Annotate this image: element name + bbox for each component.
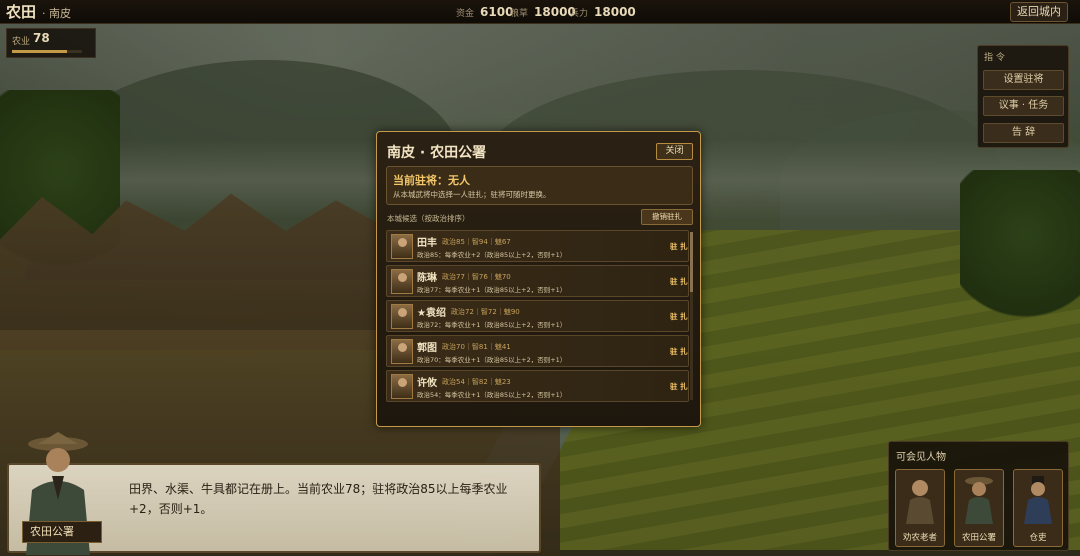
elder-portrait-icon [906,480,934,524]
person-card-elder[interactable]: 劝农老者 [895,469,945,547]
candidates-title: 本城候选（按政治排序） [387,214,470,223]
garrison-action-button[interactable]: 驻 扎 [670,346,688,357]
top-bar: 农田 · 南皮 资金 6100 粮草 18000 兵力 18000 返回城内 [0,0,1080,24]
portrait-icon [391,269,413,294]
command-title: 指 令 [984,53,1005,63]
modal-title: 南皮 · 农田公署 [387,145,487,161]
candidate-row[interactable]: ★袁绍 政治72｜智72｜魅90 政治72：每季农业+1（政治85以上+2，否则… [386,300,689,332]
agriculture-value: 78 [33,31,50,45]
garrison-action-button[interactable]: 驻 扎 [670,241,688,252]
candidate-name: 陈琳 [417,273,437,284]
candidate-desc: 政治54：每季农业+1（政治85以上+2，否则+1） [417,391,567,399]
agriculture-meter: 农业 78 [6,28,96,58]
candidate-stats: 政治70｜智81｜魅41 [442,343,511,351]
candidate-stats: 政治77｜智76｜魅70 [442,273,511,281]
resource-funds: 资金 6100 [456,5,514,19]
revoke-garrison-button[interactable]: 撤销驻扎 [641,209,693,225]
candidate-name: 许攸 [417,378,437,389]
garrison-hint: 从本城武将中选择一人驻扎；驻将可随时更换。 [393,190,551,199]
candidate-desc: 政治85：每季农业+2（政治85以上+2，否则+1） [417,251,567,259]
visible-people-panel: 可会见人物 劝农老者 农田公署 仓吏 [888,441,1069,551]
person-card-clerk[interactable]: 仓吏 [1013,469,1063,547]
candidate-stats: 政治85｜智94｜魅67 [442,238,511,246]
candidate-row[interactable]: 郭图 政治70｜智81｜魅41 政治70：每季农业+1（政治85以上+2，否则+… [386,335,689,367]
set-garrison-button[interactable]: 设置驻将 [983,70,1064,90]
location-title: 农田 [6,3,37,21]
city-name: · 南皮 [42,7,71,20]
person-label: 仓吏 [1029,533,1047,543]
candidate-row[interactable]: 许攸 政治54｜智82｜魅23 政治54：每季农业+1（政治85以上+2，否则+… [386,370,689,402]
portrait-icon [391,234,413,259]
close-button[interactable]: 关闭 [656,143,693,160]
garrison-action-button[interactable]: 驻 扎 [670,381,688,392]
person-card-office[interactable]: 农田公署 [954,469,1004,547]
candidate-desc: 政治70：每季农业+1（政治85以上+2，否则+1） [417,356,567,364]
speaker-nameplate: 农田公署 [22,521,102,543]
portrait-icon [391,304,413,329]
officer-portrait-icon [965,477,993,524]
candidate-desc: 政治77：每季农业+1（政治85以上+2，否则+1） [417,286,567,294]
candidate-stats: 政治54｜智82｜魅23 [442,378,511,386]
agriculture-bar [12,50,82,53]
farewell-button[interactable]: 告 辞 [983,123,1064,143]
candidate-row[interactable]: 陈琳 政治77｜智76｜魅70 政治77：每季农业+1（政治85以上+2，否则+… [386,265,689,297]
resource-grain: 粮草 18000 [510,5,576,19]
clerk-portrait-icon [1024,476,1052,524]
agriculture-label: 农业 [12,37,31,47]
person-label: 劝农老者 [902,533,937,543]
council-tasks-button[interactable]: 议事 · 任务 [983,96,1064,116]
current-garrison-box: 当前驻将：无人 从本城武将中选择一人驻扎；驻将可随时更换。 [386,166,693,205]
portrait-icon [391,374,413,399]
scrollbar-thumb[interactable] [690,232,693,292]
garrison-action-button[interactable]: 驻 扎 [670,311,688,322]
candidate-stats: 政治72｜智72｜魅90 [451,308,520,316]
candidate-list: 田丰 政治85｜智94｜魅67 政治85：每季农业+2（政治85以上+2，否则+… [386,230,689,402]
candidate-name: 田丰 [417,238,437,249]
command-panel: 指 令 设置驻将 议事 · 任务 告 辞 [977,45,1069,148]
person-label: 农田公署 [961,533,996,543]
agriculture-bar-fill [12,50,67,53]
resource-troops: 兵力 18000 [570,5,636,19]
list-scrollbar[interactable] [690,232,693,400]
candidate-desc: 政治72：每季农业+1（政治85以上+2，否则+1） [417,321,567,329]
garrison-status: 当前驻将：无人 [393,174,470,187]
people-title: 可会见人物 [896,452,946,463]
candidate-name: 郭图 [417,343,437,354]
candidate-name: ★袁绍 [417,308,446,319]
portrait-icon [391,339,413,364]
dialogue-text: 田界、水渠、牛具都记在册上。当前农业78；驻将政治85以上每季农业+2，否则+1… [129,482,508,516]
garrison-action-button[interactable]: 驻 扎 [670,276,688,287]
return-city-button[interactable]: 返回城内 [1010,2,1068,22]
candidate-row[interactable]: 田丰 政治85｜智94｜魅67 政治85：每季农业+2（政治85以上+2，否则+… [386,230,689,262]
garrison-modal: 南皮 · 农田公署 关闭 当前驻将：无人 从本城武将中选择一人驻扎；驻将可随时更… [376,131,701,427]
